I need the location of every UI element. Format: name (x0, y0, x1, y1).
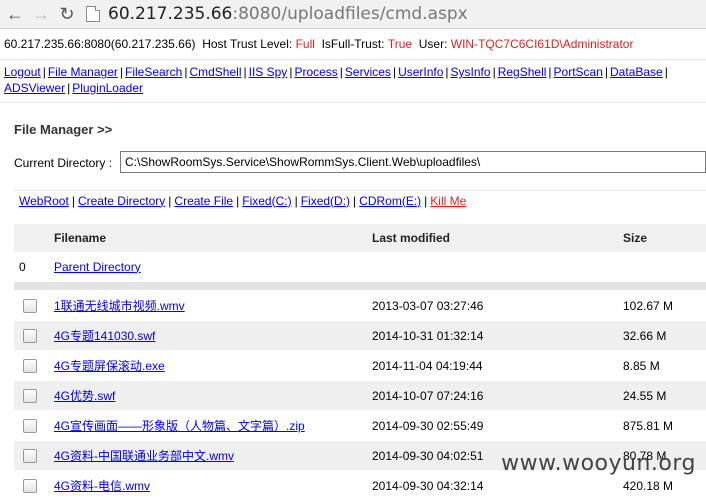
row-checkbox[interactable] (23, 448, 37, 463)
menu-cmdshell[interactable]: CmdShell (189, 65, 241, 79)
user-label: User: (418, 37, 448, 51)
url-path: :8080/uploadfiles/cmd.aspx (232, 4, 468, 24)
menu-file-search[interactable]: FileSearch (125, 65, 182, 79)
action-fixed-c[interactable]: Fixed(C:) (242, 194, 291, 208)
file-size: 8.85 M (623, 350, 706, 381)
server-address: 60.217.235.66:8080(60.217.235.66) (4, 37, 196, 51)
column-header-size: Size (623, 224, 706, 252)
file-size: 102.67 M (623, 290, 706, 321)
main-menu: Logout | File Manager | FileSearch | CmdShell |… (0, 60, 706, 103)
browser-toolbar: ← → ↻ 60.217.235.66:8080/uploadfiles/cmd… (0, 0, 706, 29)
menu-portscan[interactable]: PortScan (554, 65, 603, 79)
back-arrow-icon[interactable]: ← (4, 3, 26, 25)
server-info-bar: 60.217.235.66:8080(60.217.235.66) Host T… (0, 29, 706, 60)
trust-level-label: Host Trust Level: (202, 37, 293, 51)
action-webroot[interactable]: WebRoot (19, 194, 69, 208)
file-link[interactable]: 4G宣传画面——形象版（人物篇、文字篇）.zip (54, 419, 305, 433)
menu-regshell[interactable]: RegShell (498, 65, 547, 79)
row-checkbox[interactable] (23, 478, 37, 493)
row-checkbox[interactable] (23, 418, 37, 433)
row-checkbox[interactable] (23, 388, 37, 403)
column-header-filename: Filename (54, 224, 372, 252)
trust-level-value: Full (295, 37, 315, 51)
menu-services[interactable]: Services (345, 65, 391, 79)
file-size: 875.81 M (623, 410, 706, 441)
file-size: 32.66 M (623, 320, 706, 351)
action-cdrom-e[interactable]: CDRom(E:) (359, 194, 421, 208)
parent-directory-link[interactable]: Parent Directory (54, 260, 141, 274)
file-link[interactable]: 4G资料-中国联通业务部中文.wmv (54, 449, 234, 463)
menu-database[interactable]: DataBase (610, 65, 663, 79)
table-divider (14, 281, 706, 291)
file-modified: 2014-10-07 07:24:16 (372, 380, 623, 411)
menu-process[interactable]: Process (294, 65, 337, 79)
table-header-row: Filename Last modified Size (14, 224, 706, 252)
menu-sysinfo[interactable]: SysInfo (451, 65, 491, 79)
parent-index: 0 (14, 252, 54, 282)
watermark: www.wooyun.org (501, 451, 696, 476)
file-link[interactable]: 4G专题屏保滚动.exe (54, 359, 165, 373)
action-create-directory[interactable]: Create Directory (78, 194, 165, 208)
table-row: 1联通无线城市视频.wmv 2013-03-07 03:27:46 102.67… (14, 290, 706, 321)
current-directory-label: Current Directory : (14, 156, 113, 170)
isfull-trust-value: True (387, 37, 413, 51)
file-modified: 2014-09-30 02:55:49 (372, 410, 623, 441)
forward-arrow-icon[interactable]: → (30, 3, 52, 25)
parent-directory-row: 0 Parent Directory (14, 252, 706, 282)
row-checkbox[interactable] (23, 358, 37, 373)
file-size: 24.55 M (623, 380, 706, 411)
isfull-trust-label: IsFull-Trust: (321, 37, 385, 51)
user-value: WIN-TQC7C6CI61D\Administrator (450, 37, 634, 51)
menu-file-manager[interactable]: File Manager (48, 65, 118, 79)
menu-adsviewer[interactable]: ADSViewer (4, 81, 65, 95)
file-link[interactable]: 4G专题141030.swf (54, 329, 155, 343)
url-host: 60.217.235.66 (108, 4, 233, 24)
menu-logout[interactable]: Logout (4, 65, 41, 79)
column-header-modified: Last modified (372, 224, 623, 252)
file-link[interactable]: 4G资料-电信.wmv (54, 479, 150, 493)
menu-userinfo[interactable]: UserInfo (398, 65, 443, 79)
table-row: 4G优势.swf 2014-10-07 07:24:16 24.55 M (14, 380, 706, 411)
action-create-file[interactable]: Create File (174, 194, 233, 208)
file-link[interactable]: 4G优势.swf (54, 389, 115, 403)
menu-iis-spy[interactable]: IIS Spy (249, 65, 288, 79)
menu-pluginloader[interactable]: PluginLoader (72, 81, 143, 95)
file-link[interactable]: 1联通无线城市视频.wmv (54, 299, 185, 313)
file-modified: 2014-11-04 04:19:44 (372, 350, 623, 381)
current-directory-input[interactable] (120, 151, 706, 173)
action-kill-me[interactable]: Kill Me (430, 194, 466, 208)
file-modified: 2013-03-07 03:27:46 (372, 290, 623, 321)
row-checkbox[interactable] (23, 328, 37, 343)
file-modified: 2014-10-31 01:32:14 (372, 320, 623, 351)
table-row: 4G专题屏保滚动.exe 2014-11-04 04:19:44 8.85 M (14, 350, 706, 381)
action-fixed-d[interactable]: Fixed(D:) (301, 194, 350, 208)
table-row: 4G宣传画面——形象版（人物篇、文字篇）.zip 2014-09-30 02:5… (14, 410, 706, 441)
page-icon (86, 6, 100, 22)
row-checkbox[interactable] (23, 298, 37, 313)
section-title: File Manager >> (14, 122, 113, 137)
directory-actions: WebRoot | Create Directory | Create File | … (14, 190, 706, 210)
address-bar[interactable]: 60.217.235.66:8080/uploadfiles/cmd.aspx (86, 2, 706, 26)
reload-icon[interactable]: ↻ (56, 3, 78, 25)
table-row: 4G专题141030.swf 2014-10-31 01:32:14 32.66… (14, 320, 706, 351)
